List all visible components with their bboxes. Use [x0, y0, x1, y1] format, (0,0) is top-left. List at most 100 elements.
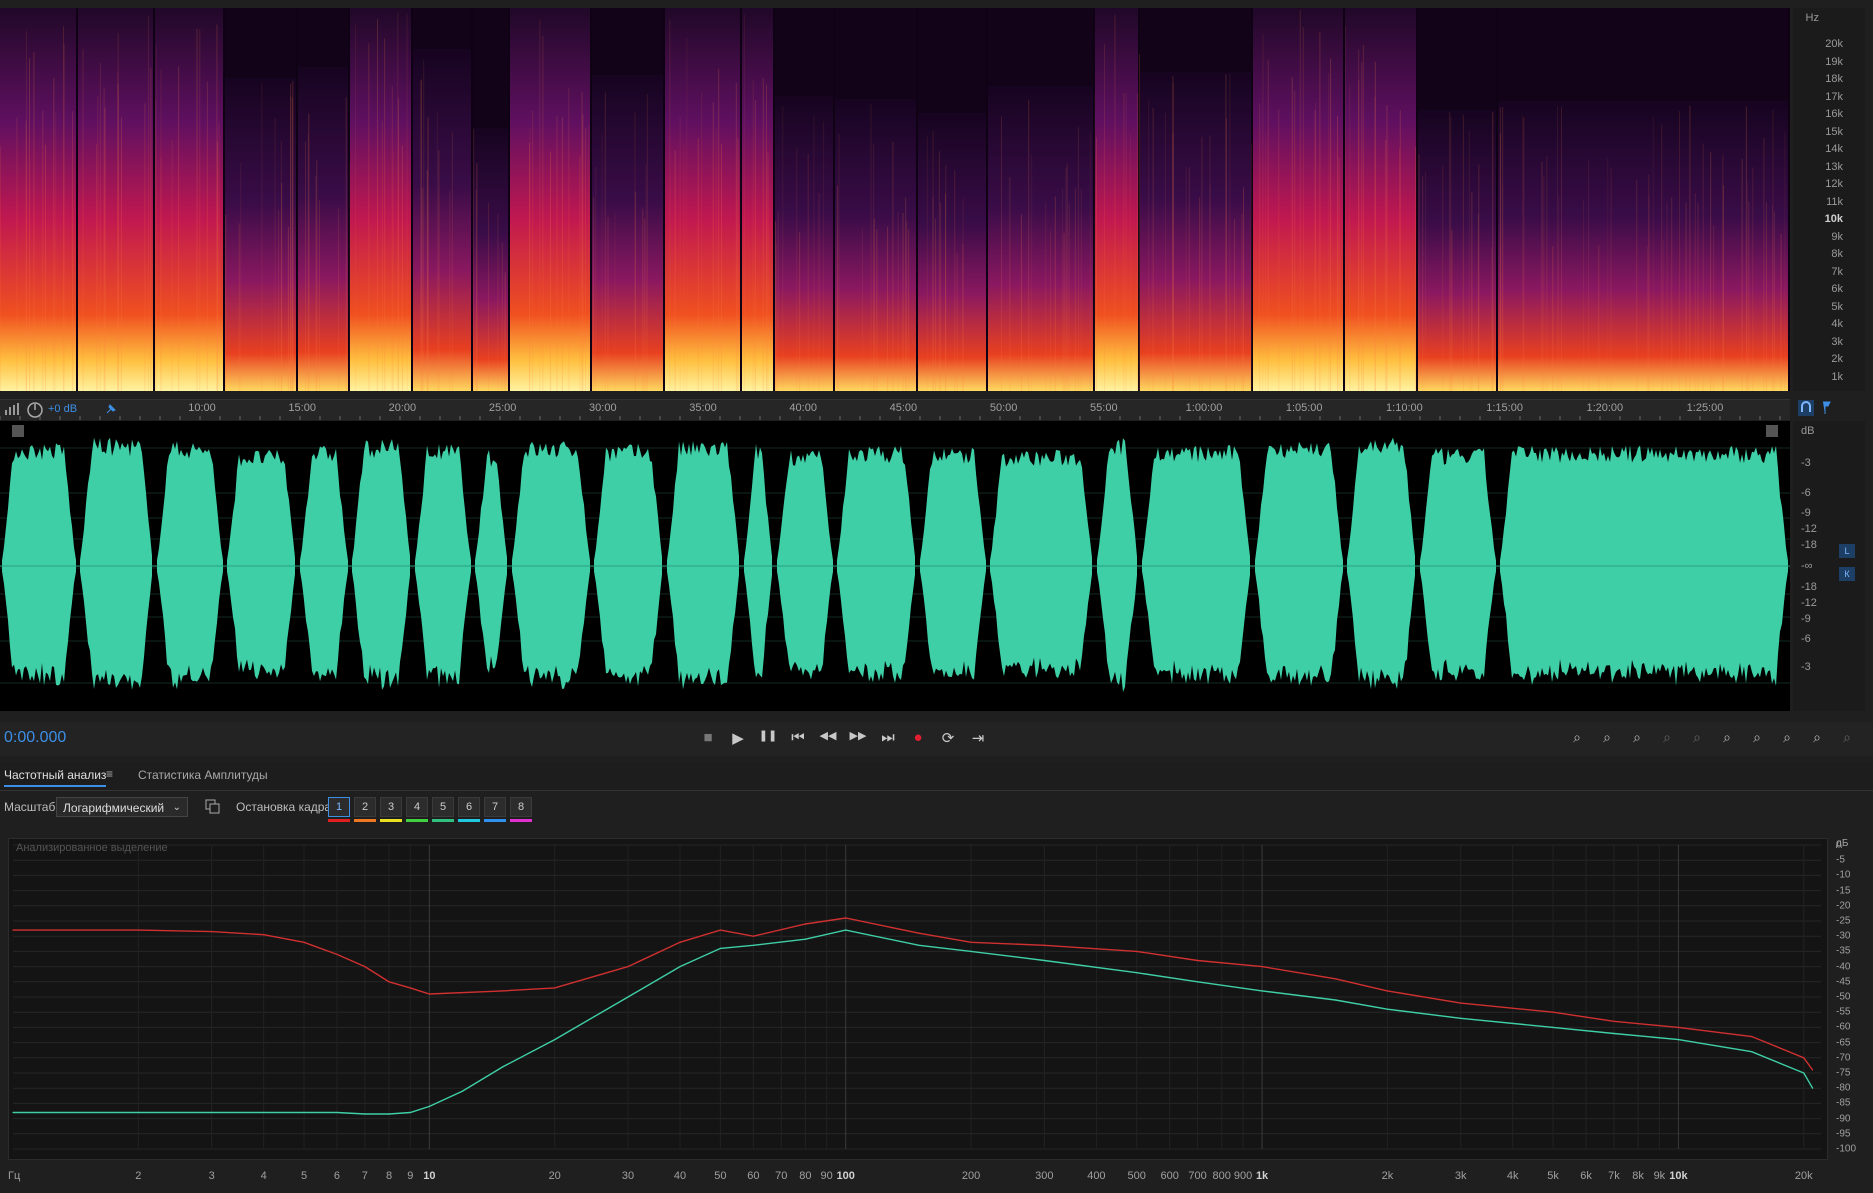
graph-x-tick-label: 80 [799, 1170, 812, 1182]
pause-icon[interactable]: ❚❚ [756, 729, 780, 742]
play-icon[interactable]: ▶ [726, 729, 750, 747]
db-tick-label: -3 [1801, 457, 1811, 469]
freeze-frame-color [328, 819, 350, 822]
graph-x-tick-label: 1k [1255, 1170, 1269, 1182]
marker-icon[interactable] [1818, 400, 1834, 416]
series-point [554, 1039, 556, 1041]
freeze-frame-button[interactable]: 8 [510, 797, 532, 817]
hz-tick-label: 19k [1825, 55, 1843, 68]
series-point [554, 987, 556, 989]
hz-tick-label: 20k [1825, 38, 1843, 50]
db-tick-label: -9 [1801, 613, 1811, 625]
time-tick-label: 45:00 [889, 402, 918, 414]
channel-left-toggle[interactable]: L [1839, 544, 1855, 558]
copy-icon[interactable] [204, 798, 220, 814]
freeze-frame-button[interactable]: 7 [484, 797, 506, 817]
zoom-in-point-icon[interactable]: ⌕ [1684, 729, 1710, 746]
series-point [364, 1113, 366, 1115]
meter-icon[interactable] [4, 402, 22, 416]
panel-menu-icon[interactable]: ≡ [106, 767, 113, 781]
pin-icon[interactable] [104, 402, 118, 416]
time-tick-label: 30:00 [589, 402, 617, 414]
freeze-frame-button[interactable]: 6 [458, 797, 480, 817]
series-point [1197, 959, 1199, 962]
graph-x-tick-label: 2 [135, 1170, 142, 1182]
graph-x-tick-label: 40 [673, 1170, 687, 1182]
series-point [719, 929, 722, 931]
gain-knob-icon[interactable] [26, 401, 44, 419]
time-tick-label: 50:00 [989, 402, 1018, 414]
graph-x-tick-label: 6k [1580, 1170, 1592, 1182]
snap-icon[interactable] [1798, 400, 1814, 416]
freeze-frame-color [432, 819, 454, 822]
zoom-reset-icon[interactable]: ⌕ [1804, 729, 1830, 746]
hz-unit-label: Hz [1805, 12, 1819, 24]
freeze-frame-button[interactable]: 5 [432, 797, 454, 817]
zoom-out-amplitude-icon[interactable]: ⌕ [1594, 729, 1620, 746]
rewind-icon[interactable]: ◀◀ [816, 729, 840, 742]
channel-right-toggle[interactable]: К [1839, 567, 1855, 581]
zoom-out-full-icon[interactable]: ⌕ [1774, 729, 1800, 746]
zoom-in-time-icon[interactable]: ⌕ [1624, 729, 1650, 746]
freeze-frame-button[interactable]: 3 [380, 797, 402, 817]
zoom-selection-right-icon[interactable]: ⌕ [1744, 729, 1770, 746]
zoom-selection-left-icon[interactable]: ⌕ [1714, 729, 1740, 746]
scale-select[interactable]: Логарифмический ⌄ [56, 797, 188, 817]
series-point [388, 981, 390, 983]
series-point [137, 1111, 139, 1114]
graph-x-tick-label: 8k [1632, 1170, 1644, 1182]
hz-tick-label: 5k [1831, 300, 1843, 313]
series-point [679, 966, 681, 968]
series-point [1677, 1026, 1679, 1028]
fade-in-handle-icon[interactable] [12, 425, 24, 437]
waveform-view[interactable] [0, 421, 1790, 711]
series-point [1334, 999, 1336, 1001]
zoom-out-time-icon[interactable]: ⌕ [1654, 729, 1680, 746]
hz-tick-label: 12k [1825, 178, 1843, 190]
fade-out-handle-icon[interactable] [1766, 425, 1778, 437]
tab-amplitude-statistics[interactable]: Статистика Амплитуды [138, 768, 268, 782]
current-time[interactable]: 0:00.000 [4, 729, 66, 747]
time-tick-label: 10:00 [188, 402, 216, 414]
hz-tick-label: 13k [1825, 160, 1843, 173]
series-point [627, 996, 629, 998]
db-tick-label: -18 [1801, 581, 1817, 593]
time-ruler[interactable]: 10:00 15:00 20:00 25:00 30:00 35:00 40:00 45:00… [0, 399, 1790, 420]
graph-x-tick-label: 50 [714, 1170, 727, 1182]
fast-forward-icon[interactable]: ▶▶ [846, 729, 870, 742]
freeze-frame-button[interactable]: 2 [354, 797, 376, 817]
hz-tick-label: 2k [1831, 353, 1843, 365]
graph-x-tick-label: 7 [361, 1170, 368, 1182]
series-point [1334, 978, 1336, 980]
graph-x-tick-label: 900 [1233, 1170, 1253, 1182]
tab-frequency-analysis[interactable]: Частотный анализ [4, 768, 107, 787]
zoom-in-amplitude-icon[interactable]: ⌕ [1564, 729, 1590, 746]
graph-y-tick-label: -25 [1836, 915, 1851, 927]
frequency-graph[interactable] [8, 838, 1828, 1160]
freeze-frame-button[interactable]: 1 [328, 797, 350, 817]
skip-selection-icon[interactable]: ⇥ [966, 729, 990, 747]
zoom-fit-icon[interactable]: ⌕ [1834, 729, 1860, 746]
freeze-frame-button[interactable]: 4 [406, 797, 428, 817]
series-point [1751, 1051, 1753, 1053]
graph-y-tick-label: -85 [1836, 1097, 1851, 1109]
loop-icon[interactable]: ⟳ [936, 729, 960, 747]
series-point [1460, 1017, 1462, 1019]
series-point [1460, 1002, 1462, 1004]
graph-x-tick-label: 9 [407, 1170, 414, 1182]
record-icon[interactable]: ● [906, 729, 930, 746]
graph-y-tick-label: -95 [1836, 1128, 1851, 1140]
hz-tick-label: 15k [1825, 125, 1843, 138]
graph-x-tick-label: 400 [1087, 1170, 1106, 1182]
gain-value[interactable]: +0 dB [48, 403, 77, 415]
graph-x-tick-label: 2k [1381, 1170, 1394, 1182]
graph-y-tick-label: -90 [1836, 1113, 1851, 1125]
graph-x-tick-label: 10k [1669, 1170, 1688, 1182]
stop-icon[interactable]: ■ [696, 729, 720, 746]
freeze-frame-color [458, 819, 480, 822]
graph-x-tick-label: 6 [333, 1170, 341, 1182]
series-point [409, 1111, 411, 1114]
skip-end-icon[interactable]: ⏭ [876, 729, 900, 746]
spectrogram-view[interactable] [0, 8, 1790, 391]
skip-start-icon[interactable]: ⏮ [786, 729, 810, 746]
